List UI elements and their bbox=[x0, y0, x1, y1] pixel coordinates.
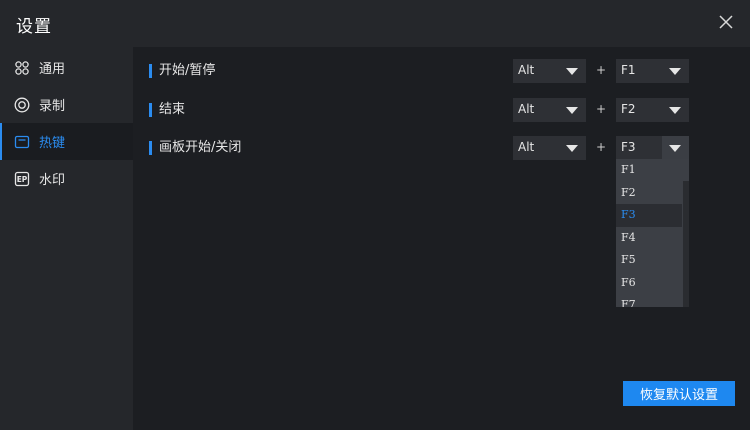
sidebar-item-label: 录制 bbox=[39, 99, 66, 114]
chevron-down-icon bbox=[566, 68, 578, 75]
key-select[interactable]: F2 bbox=[616, 98, 689, 122]
sidebar-item-general[interactable]: 通用 bbox=[0, 49, 133, 86]
sidebar-item-label: 热键 bbox=[39, 136, 66, 151]
settings-window: 设置 通用 录制 热键 EP 水印 开始/暂停 Alt + F1 结束 Alt … bbox=[0, 0, 750, 430]
chevron-down-icon bbox=[669, 107, 681, 114]
reset-defaults-button[interactable]: 恢复默认设置 bbox=[623, 381, 735, 406]
hotkey-label: 画板开始/关闭 bbox=[149, 139, 241, 157]
window-title: 设置 bbox=[16, 17, 52, 37]
modifier-select[interactable]: Alt bbox=[513, 59, 586, 83]
dropdown-option[interactable]: F4 bbox=[616, 227, 682, 250]
keyboard-icon bbox=[14, 134, 30, 150]
key-select[interactable]: F1 bbox=[616, 59, 689, 83]
plus-sign: + bbox=[596, 102, 607, 116]
key-value: F2 bbox=[621, 102, 636, 116]
dropdown-option[interactable]: F1 bbox=[616, 159, 682, 182]
sidebar: 通用 录制 热键 EP 水印 bbox=[0, 47, 133, 430]
hotkey-row-whiteboard: 画板开始/关闭 Alt + F3 bbox=[133, 136, 750, 160]
key-select-open[interactable]: F3 bbox=[616, 136, 689, 160]
hotkey-row-start-pause: 开始/暂停 Alt + F1 bbox=[133, 59, 750, 83]
chevron-down-icon bbox=[669, 145, 681, 152]
chevron-down-icon bbox=[566, 145, 578, 152]
close-icon bbox=[719, 15, 733, 29]
modifier-select[interactable]: Alt bbox=[513, 136, 586, 160]
chevron-down-icon bbox=[566, 107, 578, 114]
dropdown-scrollbar[interactable] bbox=[683, 181, 689, 307]
sidebar-item-watermark[interactable]: EP 水印 bbox=[0, 160, 133, 197]
modifier-select[interactable]: Alt bbox=[513, 98, 586, 122]
dropdown-option[interactable]: F5 bbox=[616, 249, 682, 272]
plus-sign: + bbox=[596, 63, 607, 77]
chevron-down-icon bbox=[669, 68, 681, 75]
hotkey-label: 结束 bbox=[149, 101, 185, 119]
dropdown-option-selected[interactable]: F3 bbox=[616, 204, 682, 227]
hotkey-settings-panel: 开始/暂停 Alt + F1 结束 Alt + F2 画板开始/关闭 Alt +… bbox=[133, 47, 750, 430]
modifier-value: Alt bbox=[518, 63, 535, 77]
dropdown-option[interactable]: F7 bbox=[616, 294, 682, 307]
sidebar-item-label: 水印 bbox=[39, 173, 66, 188]
hotkey-label: 开始/暂停 bbox=[149, 62, 215, 80]
title-bar: 设置 bbox=[0, 0, 750, 47]
key-dropdown-list: F1 F2 F3 F4 F5 F6 F7 bbox=[616, 159, 689, 307]
close-button[interactable] bbox=[716, 12, 736, 32]
dropdown-option[interactable]: F6 bbox=[616, 272, 682, 295]
modifier-value: Alt bbox=[518, 102, 535, 116]
sidebar-item-hotkeys[interactable]: 热键 bbox=[0, 123, 133, 160]
sidebar-item-record[interactable]: 录制 bbox=[0, 86, 133, 123]
plus-sign: + bbox=[596, 140, 607, 154]
dropdown-option[interactable]: F2 bbox=[616, 182, 682, 205]
sidebar-item-label: 通用 bbox=[39, 62, 66, 77]
watermark-icon: EP bbox=[14, 171, 30, 187]
hotkey-row-stop: 结束 Alt + F2 bbox=[133, 98, 750, 122]
record-icon bbox=[14, 97, 30, 113]
key-value: F1 bbox=[621, 63, 636, 77]
key-value: F3 bbox=[621, 140, 636, 154]
modifier-value: Alt bbox=[518, 140, 535, 154]
svg-text:EP: EP bbox=[17, 175, 28, 184]
grid-icon bbox=[14, 60, 30, 76]
